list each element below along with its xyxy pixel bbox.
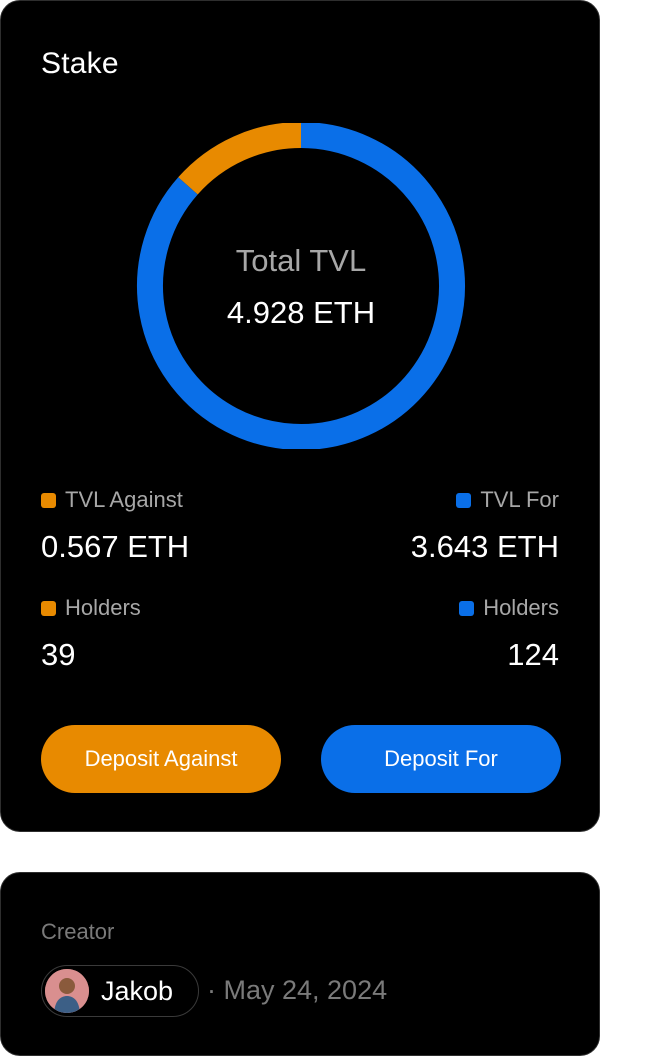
deposit-for-button[interactable]: Deposit For [321, 725, 561, 793]
legend-holders-for: Holders [459, 595, 559, 621]
total-tvl-value: 4.928 ETH [226, 295, 376, 330]
stake-title: Stake [41, 47, 119, 80]
deposit-against-button[interactable]: Deposit Against [41, 725, 281, 793]
holders-for-value: 124 [507, 637, 559, 672]
avatar [45, 969, 89, 1013]
creator-card: Creator Jakob · May 24, 2024 [0, 872, 600, 1056]
tvl-against-value: 0.567 ETH [41, 529, 190, 564]
holders-against-label: Holders [65, 595, 141, 620]
for-color-swatch [459, 600, 475, 616]
stake-card: Stake Total TVL 4.928 ETH TVL Against TV… [0, 0, 600, 832]
tvl-donut-chart [137, 123, 465, 449]
against-color-swatch [41, 600, 56, 616]
creator-date: · May 24, 2024 [207, 975, 388, 1005]
for-color-swatch [456, 492, 472, 508]
tvl-for-label: TVL For [480, 487, 559, 512]
legend-tvl-for: TVL For [456, 487, 559, 513]
total-tvl-label: Total TVL [235, 243, 367, 278]
creator-label: Creator [41, 919, 115, 944]
holders-for-label: Holders [483, 595, 559, 620]
against-color-swatch [41, 492, 56, 508]
creator-name: Jakob [101, 975, 174, 1006]
donut-slice-tvl-against [178, 123, 302, 195]
legend-tvl-against: TVL Against [41, 487, 183, 513]
legend-holders-against: Holders [41, 595, 141, 621]
holders-against-value: 39 [41, 637, 76, 672]
person-avatar-icon [45, 969, 89, 1013]
tvl-against-label: TVL Against [65, 487, 183, 512]
tvl-for-value: 3.643 ETH [410, 529, 559, 564]
creator-profile-chip[interactable]: Jakob [41, 965, 199, 1017]
